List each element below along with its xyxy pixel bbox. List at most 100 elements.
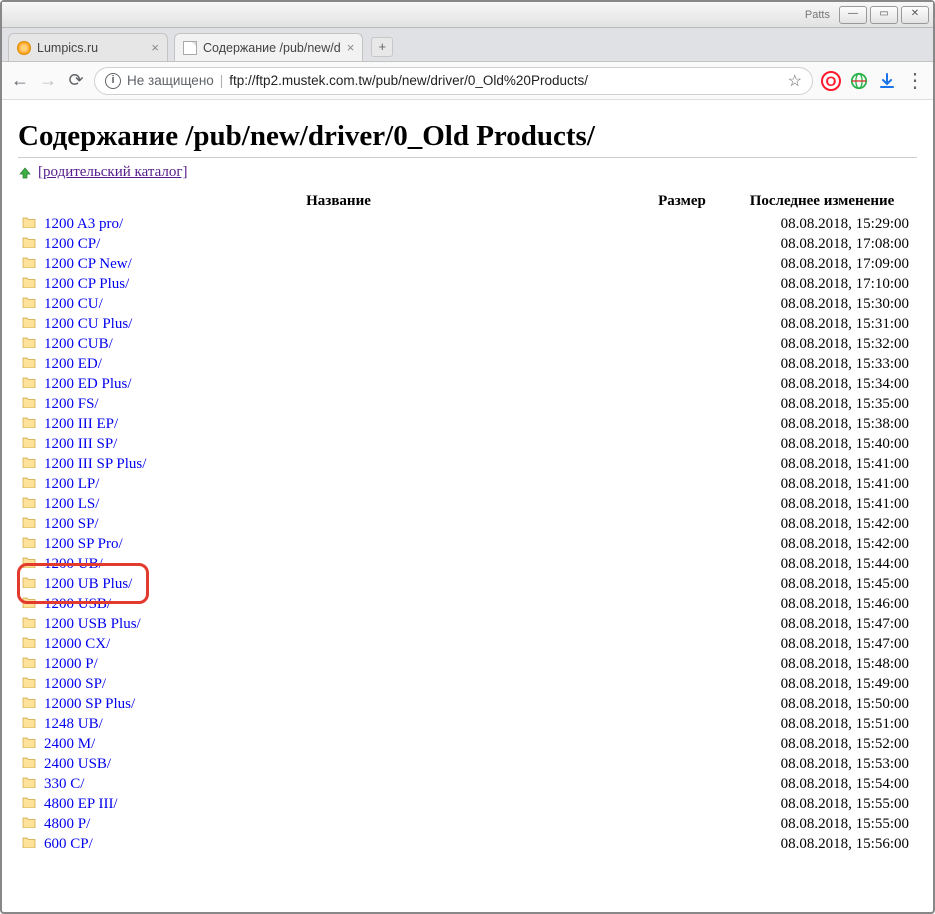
dir-link[interactable]: 1200 SP Pro/ (44, 536, 123, 552)
table-row: 1200 SP/08.08.2018, 15:42:00 (18, 514, 917, 534)
dir-link[interactable]: 4800 EP III/ (44, 796, 118, 812)
file-icon (183, 41, 197, 55)
dir-link[interactable]: 12000 CX/ (44, 636, 110, 652)
dir-link[interactable]: 1200 ED Plus/ (44, 376, 132, 392)
col-name: Название (40, 189, 637, 214)
modified-cell: 08.08.2018, 15:42:00 (727, 514, 917, 534)
dir-link[interactable]: 330 C/ (44, 776, 84, 792)
dir-link[interactable]: 1200 III SP/ (44, 436, 117, 452)
dir-link[interactable]: 12000 SP Plus/ (44, 696, 135, 712)
security-label: Не защищено (127, 73, 214, 88)
folder-icon (18, 454, 40, 474)
modified-cell: 08.08.2018, 15:45:00 (727, 574, 917, 594)
modified-cell: 08.08.2018, 15:32:00 (727, 334, 917, 354)
dir-link[interactable]: 1200 USB Plus/ (44, 616, 141, 632)
dir-link[interactable]: 2400 M/ (44, 736, 95, 752)
dir-link[interactable]: 1200 CP/ (44, 236, 100, 252)
table-row: 1200 CU Plus/08.08.2018, 15:31:00 (18, 314, 917, 334)
tab-strip: Lumpics.ru × Содержание /pub/new/d × + (2, 28, 933, 62)
table-row: 1200 ED/08.08.2018, 15:33:00 (18, 354, 917, 374)
modified-cell: 08.08.2018, 15:41:00 (727, 474, 917, 494)
new-tab-button[interactable]: + (371, 37, 393, 57)
modified-cell: 08.08.2018, 15:50:00 (727, 694, 917, 714)
modified-cell: 08.08.2018, 15:54:00 (727, 774, 917, 794)
table-row: 4800 EP III/08.08.2018, 15:55:00 (18, 794, 917, 814)
table-row: 1200 LP/08.08.2018, 15:41:00 (18, 474, 917, 494)
dir-link[interactable]: 600 CP/ (44, 836, 93, 852)
table-row: 1200 CP New/08.08.2018, 17:09:00 (18, 254, 917, 274)
folder-icon (18, 474, 40, 494)
reload-button[interactable]: ⟳ (66, 71, 86, 91)
forward-button[interactable]: → (38, 71, 58, 91)
table-row: 1200 SP Pro/08.08.2018, 15:42:00 (18, 534, 917, 554)
modified-cell: 08.08.2018, 15:56:00 (727, 834, 917, 854)
dir-link[interactable]: 12000 P/ (44, 656, 98, 672)
folder-icon (18, 394, 40, 414)
folder-icon (18, 834, 40, 854)
bookmark-star-icon[interactable]: ☆ (788, 71, 802, 91)
globe-ext-icon[interactable] (849, 71, 869, 91)
table-row: 1200 CUB/08.08.2018, 15:32:00 (18, 334, 917, 354)
tab-ftp-listing[interactable]: Содержание /pub/new/d × (174, 33, 363, 61)
address-bar[interactable]: i Не защищено | ftp://ftp2.mustek.com.tw… (94, 67, 813, 95)
modified-cell: 08.08.2018, 15:41:00 (727, 494, 917, 514)
download-icon[interactable] (877, 71, 897, 91)
tab-label: Содержание /pub/new/d (203, 41, 341, 55)
dir-link[interactable]: 12000 SP/ (44, 676, 106, 692)
back-button[interactable]: ← (10, 71, 30, 91)
folder-icon (18, 614, 40, 634)
dir-link[interactable]: 1200 A3 pro/ (44, 216, 123, 232)
folder-icon (18, 714, 40, 734)
opera-ext-icon[interactable]: O (821, 71, 841, 91)
dir-link[interactable]: 1200 SP/ (44, 516, 99, 532)
folder-icon (18, 674, 40, 694)
dir-link[interactable]: 1200 CUB/ (44, 336, 113, 352)
folder-icon (18, 234, 40, 254)
page-viewport[interactable]: Содержание /pub/new/driver/0_Old Product… (4, 100, 931, 910)
dir-link[interactable]: 1200 CU Plus/ (44, 316, 132, 332)
url-text: ftp://ftp2.mustek.com.tw/pub/new/driver/… (229, 73, 588, 88)
dir-link[interactable]: 1200 CU/ (44, 296, 103, 312)
minimize-button[interactable]: — (839, 6, 867, 24)
dir-link[interactable]: 1200 ED/ (44, 356, 102, 372)
parent-dir-link[interactable]: [родительский каталог] (38, 164, 188, 181)
table-row: 1200 CP/08.08.2018, 17:08:00 (18, 234, 917, 254)
dir-link[interactable]: 1200 III EP/ (44, 416, 118, 432)
table-row: 600 CP/08.08.2018, 15:56:00 (18, 834, 917, 854)
page-content: Содержание /pub/new/driver/0_Old Product… (4, 100, 931, 864)
dir-link[interactable]: 2400 USB/ (44, 756, 111, 772)
dir-link[interactable]: 1200 CP New/ (44, 256, 132, 272)
browser-toolbar: ← → ⟳ i Не защищено | ftp://ftp2.mustek.… (2, 62, 933, 100)
folder-icon (18, 654, 40, 674)
menu-button[interactable]: ⋮ (905, 68, 925, 93)
close-button[interactable]: ✕ (901, 6, 929, 24)
modified-cell: 08.08.2018, 15:48:00 (727, 654, 917, 674)
modified-cell: 08.08.2018, 15:42:00 (727, 534, 917, 554)
tab-label: Lumpics.ru (37, 41, 98, 55)
dir-link[interactable]: 4800 P/ (44, 816, 90, 832)
folder-icon (18, 634, 40, 654)
info-icon[interactable]: i (105, 73, 121, 89)
parent-dir-row: [родительский каталог] (18, 164, 917, 181)
dir-link[interactable]: 1200 LP/ (44, 476, 99, 492)
dir-link[interactable]: 1200 LS/ (44, 496, 99, 512)
table-row: 2400 M/08.08.2018, 15:52:00 (18, 734, 917, 754)
dir-link[interactable]: 1200 FS/ (44, 396, 99, 412)
modified-cell: 08.08.2018, 15:33:00 (727, 354, 917, 374)
directory-listing: Название Размер Последнее изменение 1200… (18, 189, 917, 854)
folder-icon (18, 814, 40, 834)
close-icon[interactable]: × (151, 40, 159, 55)
modified-cell: 08.08.2018, 15:30:00 (727, 294, 917, 314)
dir-link[interactable]: 1200 CP Plus/ (44, 276, 129, 292)
modified-cell: 08.08.2018, 15:34:00 (727, 374, 917, 394)
maximize-button[interactable]: ▭ (870, 6, 898, 24)
table-row: 1200 UB Plus/08.08.2018, 15:45:00 (18, 574, 917, 594)
close-icon[interactable]: × (347, 40, 355, 55)
modified-cell: 08.08.2018, 15:41:00 (727, 454, 917, 474)
dir-link[interactable]: 1200 III SP Plus/ (44, 456, 146, 472)
dir-link[interactable]: 1248 UB/ (44, 716, 103, 732)
modified-cell: 08.08.2018, 15:35:00 (727, 394, 917, 414)
modified-cell: 08.08.2018, 15:46:00 (727, 594, 917, 614)
tab-lumpics[interactable]: Lumpics.ru × (8, 33, 168, 61)
folder-icon (18, 294, 40, 314)
